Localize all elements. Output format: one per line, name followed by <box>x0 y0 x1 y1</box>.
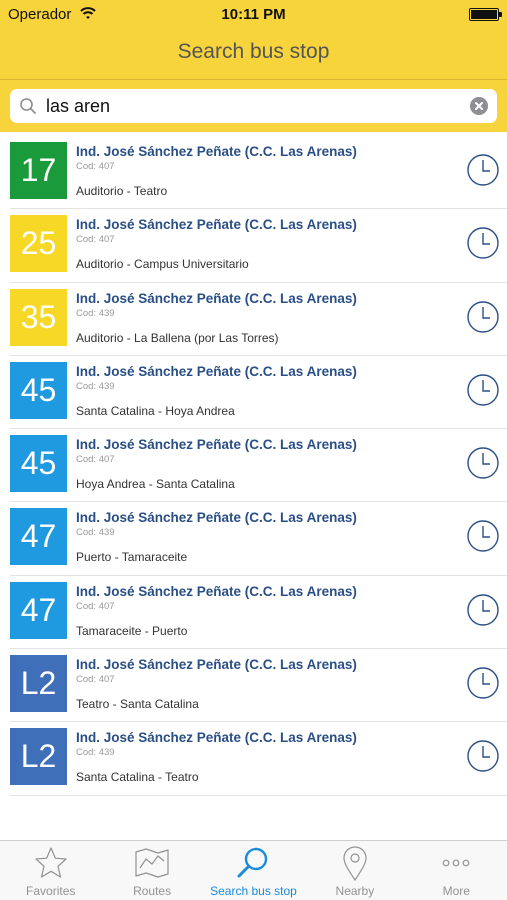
result-row[interactable]: 17 Ind. José Sánchez Peñate (C.C. Las Ar… <box>10 136 507 210</box>
route-badge: 35 <box>10 288 67 346</box>
clock-icon[interactable] <box>467 520 499 553</box>
result-row[interactable]: 47 Ind. José Sánchez Peñate (C.C. Las Ar… <box>10 576 507 650</box>
clock-icon[interactable] <box>467 374 499 406</box>
result-row[interactable]: L2 Ind. José Sánchez Peñate (C.C. Las Ar… <box>10 722 507 796</box>
stop-code: Cod: 407 <box>76 161 115 172</box>
route-direction: Tamaraceite - Puerto <box>76 623 188 638</box>
battery-icon <box>469 8 502 21</box>
result-row[interactable]: 35 Ind. José Sánchez Peñate (C.C. Las Ar… <box>10 283 507 356</box>
stop-name: Ind. José Sánchez Peñate (C.C. Las Arena… <box>76 657 357 673</box>
more-icon <box>442 859 470 867</box>
search-input[interactable] <box>46 93 446 119</box>
search-icon <box>19 97 37 120</box>
results-list: 17 Ind. José Sánchez Peñate (C.C. Las Ar… <box>0 136 507 796</box>
result-row[interactable]: 47 Ind. José Sánchez Peñate (C.C. Las Ar… <box>10 502 507 576</box>
stop-code: Cod: 407 <box>76 234 115 246</box>
clear-search-icon[interactable] <box>470 97 488 115</box>
route-direction: Santa Catalina - Teatro <box>76 770 199 785</box>
route-direction: Hoya Andrea - Santa Catalina <box>76 477 235 492</box>
search-icon <box>237 847 268 878</box>
result-row[interactable]: 45 Ind. José Sánchez Peñate (C.C. Las Ar… <box>10 429 507 503</box>
route-direction: Puerto - Tamaraceite <box>76 550 188 565</box>
tab-favorites[interactable]: Favorites <box>0 841 101 900</box>
route-badge: 45 <box>10 361 67 419</box>
route-badge: L2 <box>10 655 67 713</box>
clock-time: 10:11 PM <box>221 6 286 23</box>
stop-code: Cod: 439 <box>76 747 115 759</box>
route-badge: 45 <box>10 435 67 493</box>
tab-nearby[interactable]: Nearby <box>304 841 405 900</box>
location-pin-icon <box>343 846 367 882</box>
page-title: Search bus stop <box>177 40 330 63</box>
tab-label: Routes <box>133 884 172 898</box>
stop-name: Ind. José Sánchez Peñate (C.C. Las Arena… <box>76 510 357 526</box>
route-badge: 17 <box>10 142 67 199</box>
result-row[interactable]: 25 Ind. José Sánchez Peñate (C.C. Las Ar… <box>10 209 507 283</box>
clock-icon[interactable] <box>467 667 499 699</box>
stop-code: Cod: 407 <box>76 674 115 686</box>
result-row[interactable]: 45 Ind. José Sánchez Peñate (C.C. Las Ar… <box>10 356 507 430</box>
clock-icon[interactable] <box>467 154 499 186</box>
stop-code: Cod: 439 <box>76 307 115 319</box>
stop-name: Ind. José Sánchez Peñate (C.C. Las Arena… <box>76 290 357 306</box>
clock-icon[interactable] <box>467 594 499 626</box>
stop-name: Ind. José Sánchez Peñate (C.C. Las Arena… <box>76 144 357 159</box>
tab-label: Search bus stop <box>210 884 297 898</box>
search-box[interactable] <box>10 89 497 123</box>
stop-name: Ind. José Sánchez Peñate (C.C. Las Arena… <box>76 363 357 379</box>
tab-label: Nearby <box>335 884 375 898</box>
stop-name: Ind. José Sánchez Peñate (C.C. Las Arena… <box>76 437 357 453</box>
stop-name: Ind. José Sánchez Peñate (C.C. Las Arena… <box>76 583 357 599</box>
status-bar: Operador 10:11 PM <box>0 0 507 30</box>
tab-label: More <box>442 884 470 898</box>
stop-code: Cod: 439 <box>76 527 115 539</box>
tab-bar: Favorites Routes Search bus stop Nearby … <box>0 840 507 900</box>
clock-icon[interactable] <box>467 447 499 479</box>
stop-name: Ind. José Sánchez Peñate (C.C. Las Arena… <box>76 730 357 746</box>
result-row[interactable]: L2 Ind. José Sánchez Peñate (C.C. Las Ar… <box>10 649 507 723</box>
route-direction: Auditorio - Campus Universitario <box>76 257 249 272</box>
search-bar <box>0 80 507 132</box>
tab-more[interactable]: More <box>406 841 507 900</box>
stop-code: Cod: 407 <box>76 600 115 612</box>
route-direction: Auditorio - La Ballena (por Las Torres) <box>76 330 279 345</box>
stop-code: Cod: 407 <box>76 454 115 466</box>
tab-label: Favorites <box>26 884 76 898</box>
route-badge: 47 <box>10 508 67 566</box>
stop-code: Cod: 439 <box>76 380 115 392</box>
star-icon <box>35 847 67 878</box>
route-badge: L2 <box>10 728 67 786</box>
stop-name: Ind. José Sánchez Peñate (C.C. Las Arena… <box>76 217 357 233</box>
clock-icon[interactable] <box>467 300 499 333</box>
route-direction: Teatro - Santa Catalina <box>76 697 199 712</box>
route-direction: Santa Catalina - Hoya Andrea <box>76 403 235 418</box>
route-direction: Auditorio - Teatro <box>76 184 168 198</box>
clock-icon[interactable] <box>467 227 499 259</box>
navigation-bar: Search bus stop <box>0 30 507 80</box>
route-badge: 47 <box>10 581 67 639</box>
tab-search-bus-stop[interactable]: Search bus stop <box>203 841 304 900</box>
clock-icon[interactable] <box>467 740 499 773</box>
route-badge: 25 <box>10 215 67 273</box>
tab-routes[interactable]: Routes <box>101 841 202 900</box>
map-icon <box>135 848 169 878</box>
